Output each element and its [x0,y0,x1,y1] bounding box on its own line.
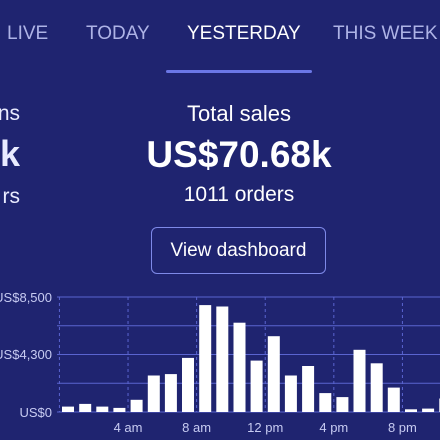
bar-hour-5[interactable] [147,375,160,413]
bar-hour-14[interactable] [302,366,315,412]
bar-hour-19[interactable] [387,387,400,412]
y-tick-label: US$0 [19,405,52,420]
bar-hour-3[interactable] [113,407,126,412]
bar-hour-6[interactable] [164,374,177,412]
x-tick-label: 4 am [114,420,143,435]
bar-hour-11[interactable] [250,360,263,412]
x-tick-label: 12 pm [247,420,283,435]
bar-hour-9[interactable] [216,306,229,413]
bar-hour-15[interactable] [319,393,332,412]
bar-hour-0[interactable] [62,406,74,412]
x-tick-label: 8 pm [388,420,417,435]
bar-hour-17[interactable] [353,349,366,412]
y-tick-label: US$8,500 [0,290,52,305]
bar-hour-2[interactable] [96,406,109,412]
bar-hour-20[interactable] [405,409,417,412]
bar-hour-10[interactable] [233,322,246,412]
bar-hour-21[interactable] [422,408,435,412]
bar-hour-8[interactable] [199,305,212,412]
bar-hour-13[interactable] [284,375,297,413]
chart-y-ticks: US$0 US$4,300 US$8,500 [0,290,52,420]
chart-x-ticks: 4 am 8 am 12 pm 4 pm 8 pm [114,420,417,435]
hourly-sales-chart: US$0 US$4,300 US$8,500 4 am 8 am 12 pm 4 pm 8 … [0,290,440,435]
bar-hour-12[interactable] [267,336,280,412]
bar-hour-4[interactable] [130,399,143,412]
y-tick-label: US$4,300 [0,347,52,362]
x-tick-label: 4 pm [319,420,348,435]
x-tick-label: 8 am [182,420,211,435]
chart-bars [62,305,440,412]
bar-hour-18[interactable] [370,363,383,412]
bar-hour-7[interactable] [182,357,194,412]
bar-hour-1[interactable] [79,403,92,412]
bar-hour-16[interactable] [336,397,349,412]
